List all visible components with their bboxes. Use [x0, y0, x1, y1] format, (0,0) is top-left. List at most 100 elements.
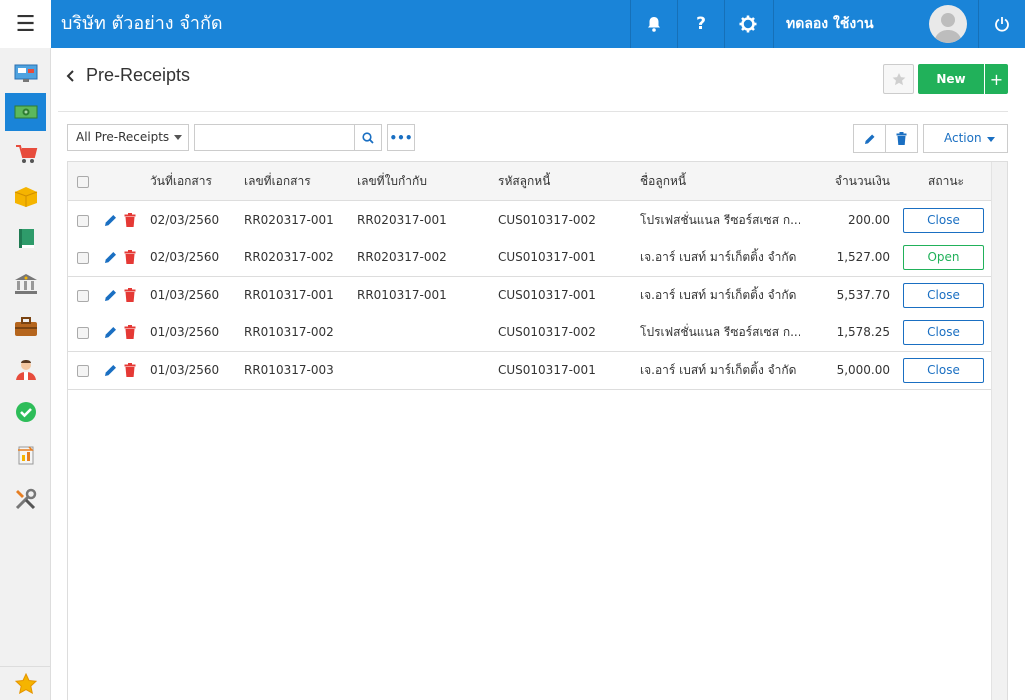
cell-doc-no: RR010317-002	[244, 325, 334, 339]
sidebar-money-icon[interactable]	[5, 93, 46, 131]
top-bar: ☰ บริษัท ตัวอย่าง จำกัด ? ทดลอง ใช้งาน	[0, 0, 1025, 48]
sidebar-briefcase-icon[interactable]	[5, 308, 46, 346]
edit-pencil-icon[interactable]	[104, 325, 118, 339]
search-icon[interactable]	[354, 124, 382, 151]
cell-doc-no: RR010317-001	[244, 288, 334, 302]
divider	[58, 111, 1008, 112]
cell-customer-code: CUS010317-001	[498, 363, 596, 377]
cell-amount: 1,578.25	[836, 325, 890, 339]
cell-date: 02/03/2560	[150, 250, 220, 264]
edit-pencil-icon[interactable]	[104, 213, 118, 227]
cell-customer-name: เจ.อาร์ เบสท์ มาร์เก็ตติ้ง จำกัด	[640, 288, 797, 302]
status-badge[interactable]: Close	[903, 358, 984, 383]
cell-customer-code: CUS010317-001	[498, 250, 596, 264]
row-checkbox[interactable]	[77, 327, 89, 339]
help-icon[interactable]: ?	[677, 0, 724, 48]
cell-customer-name: เจ.อาร์ เบสท์ มาร์เก็ตติ้ง จำกัด	[640, 363, 797, 377]
status-badge[interactable]: Open	[903, 245, 984, 270]
sidebar-book-icon[interactable]	[5, 220, 46, 258]
sidebar-report-icon[interactable]	[5, 436, 46, 474]
cell-amount: 200.00	[848, 213, 890, 227]
status-badge[interactable]: Close	[903, 283, 984, 308]
pre-receipts-table: วันที่เอกสาร เลขที่เอกสาร เลขที่ใบกำกับ …	[67, 161, 1008, 700]
cell-amount: 5,537.70	[836, 288, 890, 302]
cell-date: 01/03/2560	[150, 288, 220, 302]
cell-customer-name: โปรเฟสชั่นแนล รีซอร์สเซส ก...	[640, 325, 800, 339]
action-label: Action	[944, 131, 982, 145]
table-header: วันที่เอกสาร เลขที่เอกสาร เลขที่ใบกำกับ …	[68, 162, 992, 201]
column-header-doc-no[interactable]: เลขที่เอกสาร	[244, 162, 311, 200]
select-all-checkbox[interactable]	[77, 176, 89, 188]
table-row[interactable]: 01/03/2560 RR010317-001 RR010317-001 CUS…	[68, 277, 992, 315]
search-input[interactable]	[194, 124, 355, 151]
row-checkbox[interactable]	[77, 365, 89, 377]
sidebar-favorite-star-icon[interactable]	[0, 666, 51, 700]
cell-customer-code: CUS010317-002	[498, 213, 596, 227]
add-plus-button[interactable]: +	[985, 64, 1008, 94]
cell-invoice-no: RR020317-002	[357, 250, 447, 264]
delete-trash-icon[interactable]	[124, 288, 136, 302]
sidebar	[0, 48, 51, 700]
sidebar-tools-icon[interactable]	[5, 480, 46, 518]
delete-trash-icon[interactable]	[124, 325, 136, 339]
edit-pencil-icon[interactable]	[104, 363, 118, 377]
cell-amount: 5,000.00	[836, 363, 890, 377]
favorite-star-button[interactable]	[883, 64, 914, 94]
cell-customer-code: CUS010317-002	[498, 325, 596, 339]
table-row[interactable]: 02/03/2560 RR020317-002 RR020317-002 CUS…	[68, 239, 992, 277]
cell-customer-name: เจ.อาร์ เบสท์ มาร์เก็ตติ้ง จำกัด	[640, 250, 797, 264]
sidebar-box-icon[interactable]	[5, 178, 46, 216]
cell-amount: 1,527.00	[836, 250, 890, 264]
column-header-customer-code[interactable]: รหัสลูกหนี้	[498, 162, 550, 200]
delete-trash-icon[interactable]	[124, 250, 136, 264]
cell-doc-no: RR020317-002	[244, 250, 334, 264]
column-header-customer-name[interactable]: ชื่อลูกหนี้	[640, 162, 686, 200]
cell-doc-no: RR020317-001	[244, 213, 334, 227]
cell-customer-code: CUS010317-001	[498, 288, 596, 302]
cell-invoice-no: RR010317-001	[357, 288, 447, 302]
power-logout-icon[interactable]	[978, 0, 1025, 48]
new-button[interactable]: New	[918, 64, 984, 94]
delete-trash-button[interactable]	[886, 124, 918, 153]
vertical-scrollbar[interactable]	[991, 162, 1007, 700]
filter-dropdown[interactable]: All Pre-Receipts	[67, 124, 189, 151]
table-row[interactable]: 01/03/2560 RR010317-002 CUS010317-002 โป…	[68, 314, 992, 352]
hamburger-menu-icon[interactable]: ☰	[0, 0, 51, 48]
row-checkbox[interactable]	[77, 215, 89, 227]
table-row[interactable]: 02/03/2560 RR020317-001 RR020317-001 CUS…	[68, 202, 992, 240]
column-header-date[interactable]: วันที่เอกสาร	[150, 162, 212, 200]
settings-gear-icon[interactable]	[724, 0, 771, 48]
delete-trash-icon[interactable]	[124, 363, 136, 377]
more-options-button[interactable]: •••	[387, 124, 415, 151]
row-checkbox[interactable]	[77, 290, 89, 302]
action-dropdown-button[interactable]: Action	[923, 124, 1008, 153]
back-chevron-icon[interactable]	[66, 68, 76, 88]
sidebar-check-icon[interactable]	[5, 393, 46, 431]
delete-trash-icon[interactable]	[124, 213, 136, 227]
chevron-down-icon	[174, 135, 182, 140]
notification-bell-icon[interactable]	[630, 0, 677, 48]
status-badge[interactable]: Close	[903, 208, 984, 233]
table-row[interactable]: 01/03/2560 RR010317-003 CUS010317-001 เจ…	[68, 352, 992, 390]
edit-pencil-button[interactable]	[853, 124, 886, 153]
row-checkbox[interactable]	[77, 252, 89, 264]
sidebar-dashboard-icon[interactable]	[5, 54, 46, 92]
avatar[interactable]	[929, 5, 967, 43]
sidebar-cart-icon[interactable]	[5, 135, 46, 173]
cell-date: 02/03/2560	[150, 213, 220, 227]
edit-pencil-icon[interactable]	[104, 250, 118, 264]
column-header-amount[interactable]: จำนวนเงิน	[810, 162, 890, 200]
column-header-invoice-no[interactable]: เลขที่ใบกำกับ	[357, 162, 427, 200]
sidebar-bank-icon[interactable]	[5, 265, 46, 303]
cell-customer-name: โปรเฟสชั่นแนล รีซอร์สเซส ก...	[640, 213, 800, 227]
cell-invoice-no: RR020317-001	[357, 213, 447, 227]
page-title: Pre-Receipts	[86, 65, 191, 85]
cell-doc-no: RR010317-003	[244, 363, 334, 377]
sidebar-person-icon[interactable]	[5, 350, 46, 388]
column-header-status[interactable]: สถานะ	[928, 162, 964, 200]
edit-pencil-icon[interactable]	[104, 288, 118, 302]
company-name: บริษัท ตัวอย่าง จำกัด	[61, 13, 223, 34]
status-badge[interactable]: Close	[903, 320, 984, 345]
user-menu[interactable]: ทดลอง ใช้งาน	[773, 0, 978, 48]
filter-value: All Pre-Receipts	[76, 130, 170, 144]
